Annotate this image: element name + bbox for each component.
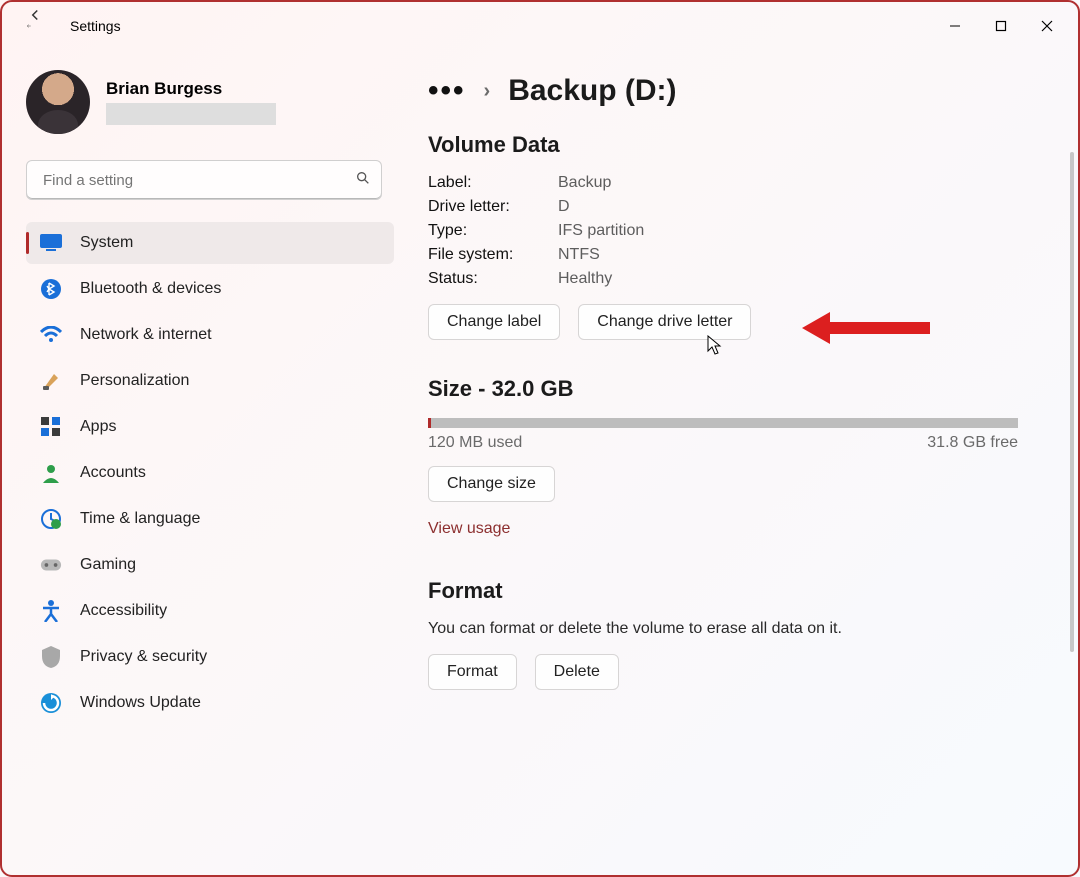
clock-globe-icon: [40, 508, 62, 530]
size-used-label: 120 MB used: [428, 434, 522, 452]
row-drive-letter: Drive letter: D: [428, 198, 1046, 216]
label-key: Label:: [428, 174, 558, 192]
minimize-icon: [949, 20, 961, 32]
main-content: ••• › Backup (D:) Volume Data Label: Bac…: [392, 70, 1078, 875]
apps-icon: [40, 416, 62, 438]
sidebar-item-privacy[interactable]: Privacy & security: [26, 636, 394, 678]
section-title-volume-data: Volume Data: [428, 132, 1046, 158]
filesystem-value: NTFS: [558, 246, 600, 264]
avatar: [26, 70, 90, 134]
shield-icon: [40, 646, 62, 668]
section-title-size: Size - 32.0 GB: [428, 376, 1046, 402]
close-button[interactable]: [1024, 10, 1070, 42]
sidebar-item-label: Accessibility: [80, 602, 167, 620]
user-name: Brian Burgess: [106, 79, 276, 99]
user-email-redacted: [106, 103, 276, 125]
bluetooth-icon: [40, 278, 62, 300]
update-icon: [40, 692, 62, 714]
size-free-label: 31.8 GB free: [927, 434, 1018, 452]
brush-icon: [40, 370, 62, 392]
sidebar: Brian Burgess System Bluetooth & devi: [2, 70, 392, 875]
wifi-icon: [40, 324, 62, 346]
sidebar-item-windows-update[interactable]: Windows Update: [26, 682, 394, 724]
sidebar-item-label: Apps: [80, 418, 116, 436]
sidebar-item-apps[interactable]: Apps: [26, 406, 394, 448]
row-type: Type: IFS partition: [428, 222, 1046, 240]
page-title: Backup (D:): [508, 74, 676, 108]
sidebar-item-accounts[interactable]: Accounts: [26, 452, 394, 494]
status-value: Healthy: [558, 270, 612, 288]
minimize-button[interactable]: [932, 10, 978, 42]
sidebar-item-label: Accounts: [80, 464, 146, 482]
sidebar-item-label: Gaming: [80, 556, 136, 574]
sidebar-item-time-language[interactable]: Time & language: [26, 498, 394, 540]
sidebar-item-label: Privacy & security: [80, 648, 207, 666]
app-title: Settings: [70, 18, 121, 34]
system-icon: [40, 232, 62, 254]
gamepad-icon: [40, 554, 62, 576]
size-bar-used: [428, 418, 431, 428]
view-usage-link[interactable]: View usage: [428, 520, 1046, 538]
drive-letter-value: D: [558, 198, 570, 216]
format-button[interactable]: Format: [428, 654, 517, 690]
search-input[interactable]: [41, 171, 355, 190]
sidebar-item-label: Windows Update: [80, 694, 201, 712]
change-size-button[interactable]: Change size: [428, 466, 555, 502]
maximize-button[interactable]: [978, 10, 1024, 42]
status-key: Status:: [428, 270, 558, 288]
sidebar-item-personalization[interactable]: Personalization: [26, 360, 394, 402]
sidebar-item-label: Time & language: [80, 510, 200, 528]
type-value: IFS partition: [558, 222, 644, 240]
sidebar-item-label: Network & internet: [80, 326, 212, 344]
close-icon: [1041, 20, 1053, 32]
back-button[interactable]: [26, 14, 50, 38]
chevron-right-icon: ›: [484, 80, 491, 103]
window-controls: [932, 10, 1070, 42]
section-title-format: Format: [428, 578, 1046, 604]
sidebar-item-accessibility[interactable]: Accessibility: [26, 590, 394, 632]
delete-button[interactable]: Delete: [535, 654, 619, 690]
person-icon: [40, 462, 62, 484]
row-status: Status: Healthy: [428, 270, 1046, 288]
label-value: Backup: [558, 174, 611, 192]
sidebar-item-label: System: [80, 234, 133, 252]
profile-block[interactable]: Brian Burgess: [26, 70, 382, 134]
maximize-icon: [995, 20, 1007, 32]
sidebar-item-bluetooth[interactable]: Bluetooth & devices: [26, 268, 394, 310]
sidebar-item-gaming[interactable]: Gaming: [26, 544, 394, 586]
change-label-button[interactable]: Change label: [428, 304, 560, 340]
format-description: You can format or delete the volume to e…: [428, 620, 1046, 638]
titlebar: Settings: [2, 2, 1078, 50]
breadcrumb: ••• › Backup (D:): [428, 74, 1046, 108]
sidebar-item-network[interactable]: Network & internet: [26, 314, 394, 356]
sidebar-item-system[interactable]: System: [26, 222, 394, 264]
change-drive-letter-button[interactable]: Change drive letter: [578, 304, 751, 340]
filesystem-key: File system:: [428, 246, 558, 264]
sidebar-item-label: Personalization: [80, 372, 189, 390]
breadcrumb-more-button[interactable]: •••: [428, 74, 466, 108]
nav-list: System Bluetooth & devices Network & int…: [26, 222, 394, 724]
accessibility-icon: [40, 600, 62, 622]
row-file-system: File system: NTFS: [428, 246, 1046, 264]
size-bar: [428, 418, 1018, 428]
row-label: Label: Backup: [428, 174, 1046, 192]
scrollbar[interactable]: [1070, 152, 1074, 652]
search-box[interactable]: [26, 160, 382, 200]
type-key: Type:: [428, 222, 558, 240]
size-labels: 120 MB used 31.8 GB free: [428, 434, 1018, 452]
search-icon[interactable]: [355, 170, 371, 191]
drive-letter-key: Drive letter:: [428, 198, 558, 216]
sidebar-item-label: Bluetooth & devices: [80, 280, 221, 298]
